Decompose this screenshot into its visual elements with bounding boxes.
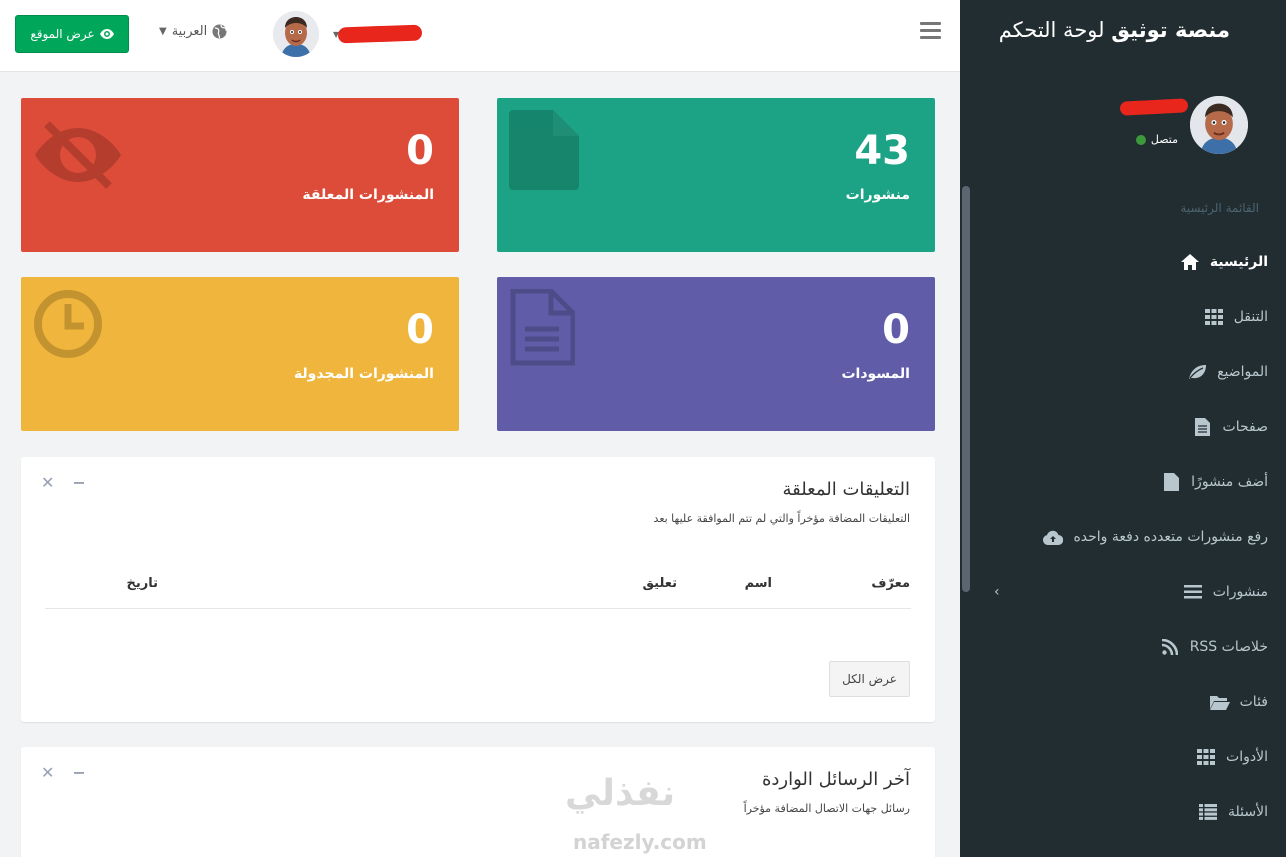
- panel-tools: ✕ −: [41, 763, 86, 782]
- sidebar-item-questions[interactable]: الأسئلة: [1198, 797, 1268, 827]
- cloud-upload-icon: [1043, 530, 1064, 545]
- posts-count: 43: [854, 128, 910, 174]
- scheduled-posts-label: المنشورات المجدولة: [293, 366, 434, 382]
- sidebar-item-label: منشورات: [1212, 584, 1268, 600]
- sidebar: منصة توثيق لوحة التحكم متصل القائمة الرئ…: [960, 0, 1286, 857]
- sidebar-avatar: [1190, 96, 1248, 154]
- sidebar-item-navigation[interactable]: التنقل: [1204, 302, 1268, 332]
- sidebar-item-label: الأسئلة: [1228, 804, 1268, 820]
- home-icon: [1180, 254, 1200, 270]
- list-alt-icon: [1198, 804, 1218, 820]
- panel-subtitle: التعليقات المضافة مؤخراً والتي لم تتم ال…: [653, 512, 910, 525]
- eye-slash-icon: [35, 121, 121, 189]
- brand-bold: منصة توثيق: [1111, 18, 1230, 42]
- avatar-icon: [273, 11, 319, 57]
- sidebar-item-posts[interactable]: منشورات: [1183, 577, 1268, 607]
- panel-subtitle: رسائل جهات الاتصال المضافة مؤخراً: [743, 802, 910, 815]
- sidebar-item-label: فئات: [1239, 694, 1268, 710]
- minimize-icon[interactable]: −: [72, 763, 85, 782]
- list-icon: [1183, 585, 1203, 599]
- online-status: متصل: [1135, 133, 1178, 146]
- pending-posts-box: 0 المنشورات المعلقة: [21, 98, 459, 252]
- panel-title: التعليقات المعلقة: [782, 479, 910, 500]
- sidebar-item-home[interactable]: الرئيسية: [1180, 247, 1268, 277]
- grid-icon: [1196, 749, 1216, 765]
- panel-tools: ✕ −: [41, 473, 86, 492]
- status-label: متصل: [1150, 133, 1178, 146]
- sidebar-item-label: صفحات: [1222, 419, 1268, 435]
- pending-posts-count: 0: [406, 128, 434, 174]
- posts-box: 43 منشورات: [497, 98, 935, 252]
- watermark-url: nafezly.com: [573, 830, 707, 854]
- redacted-username: [337, 24, 423, 44]
- posts-label: منشورات: [845, 187, 910, 203]
- column-header-comment: تعليق: [642, 576, 677, 591]
- column-header-id: معرّف: [871, 576, 910, 591]
- pending-posts-label: المنشورات المعلقة: [302, 187, 434, 203]
- sidebar-item-topics[interactable]: المواضيع: [1187, 357, 1268, 387]
- redacted-username: [1119, 98, 1189, 116]
- sidebar-item-tools[interactable]: الأدوات: [1196, 742, 1268, 772]
- sidebar-item-rss[interactable]: خلاصات RSS: [1160, 632, 1268, 662]
- sidebar-item-add-post[interactable]: أضف منشورًا: [1161, 467, 1268, 497]
- eye-icon: [99, 29, 114, 39]
- scheduled-posts-count: 0: [406, 307, 434, 353]
- drafts-label: المسودات: [841, 366, 910, 382]
- globe-icon: [212, 24, 227, 39]
- clock-icon: [34, 290, 102, 358]
- minimize-icon[interactable]: −: [72, 473, 85, 492]
- view-all-button[interactable]: عرض الكل: [829, 661, 910, 697]
- sidebar-item-label: الرئيسية: [1209, 254, 1268, 270]
- file-icon: [509, 110, 579, 190]
- brand-rest: لوحة التحكم: [998, 18, 1112, 42]
- view-site-label: عرض الموقع: [30, 27, 95, 41]
- online-dot-icon: [1135, 134, 1146, 145]
- sidebar-item-bulk-upload[interactable]: رفع منشورات متعدده دفعة واحده: [1043, 522, 1268, 552]
- latest-messages-panel: ✕ − آخر الرسائل الواردة رسائل جهات الاتص…: [21, 747, 935, 857]
- drafts-count: 0: [882, 307, 910, 353]
- sidebar-item-pages[interactable]: صفحات: [1193, 412, 1268, 442]
- drafts-box: 0 المسودات: [497, 277, 935, 431]
- top-navbar: عرض الموقع ▼ العربية ▼: [0, 0, 960, 72]
- file-icon: [1161, 473, 1181, 491]
- table-divider: [45, 608, 911, 609]
- leaf-icon: [1187, 364, 1207, 380]
- sidebar-item-categories[interactable]: فئات: [1209, 687, 1268, 717]
- sidebar-item-label: رفع منشورات متعدده دفعة واحده: [1073, 529, 1268, 545]
- sidebar-item-label: خلاصات RSS: [1189, 639, 1268, 655]
- sidebar-item-label: التنقل: [1233, 309, 1268, 325]
- language-label: العربية: [171, 24, 208, 39]
- language-dropdown[interactable]: ▼ العربية: [159, 24, 227, 39]
- sidebar-item-label: أضف منشورًا: [1191, 474, 1268, 490]
- watermark-logo: نفذلي: [565, 773, 676, 814]
- close-icon[interactable]: ✕: [41, 763, 54, 782]
- sidebar-item-label: الأدوات: [1226, 749, 1268, 765]
- scheduled-posts-box: 0 المنشورات المجدولة: [21, 277, 459, 431]
- sidebar-scrollbar[interactable]: [962, 186, 970, 592]
- folder-open-icon: [1209, 695, 1230, 710]
- view-site-button[interactable]: عرض الموقع: [15, 15, 129, 53]
- avatar-icon: [1190, 96, 1248, 154]
- sidebar-toggle-icon[interactable]: [920, 22, 941, 39]
- close-icon[interactable]: ✕: [41, 473, 54, 492]
- panel-title: آخر الرسائل الواردة: [761, 769, 910, 790]
- menu-header: القائمة الرئيسية: [1180, 201, 1259, 215]
- pending-comments-panel: ✕ − التعليقات المعلقة التعليقات المضافة …: [21, 457, 935, 722]
- file-text-icon: [510, 289, 575, 366]
- grid-icon: [1204, 309, 1224, 325]
- caret-down-icon: ▼: [159, 26, 167, 37]
- chevron-left-icon[interactable]: ‹: [994, 584, 1000, 600]
- column-header-date: تاريخ: [126, 576, 159, 591]
- user-avatar[interactable]: [273, 11, 319, 57]
- brand-title[interactable]: منصة توثيق لوحة التحكم: [999, 18, 1230, 42]
- column-header-name: اسم: [744, 576, 772, 591]
- file-text-icon: [1193, 418, 1213, 436]
- rss-icon: [1160, 639, 1180, 655]
- sidebar-item-label: المواضيع: [1217, 364, 1268, 380]
